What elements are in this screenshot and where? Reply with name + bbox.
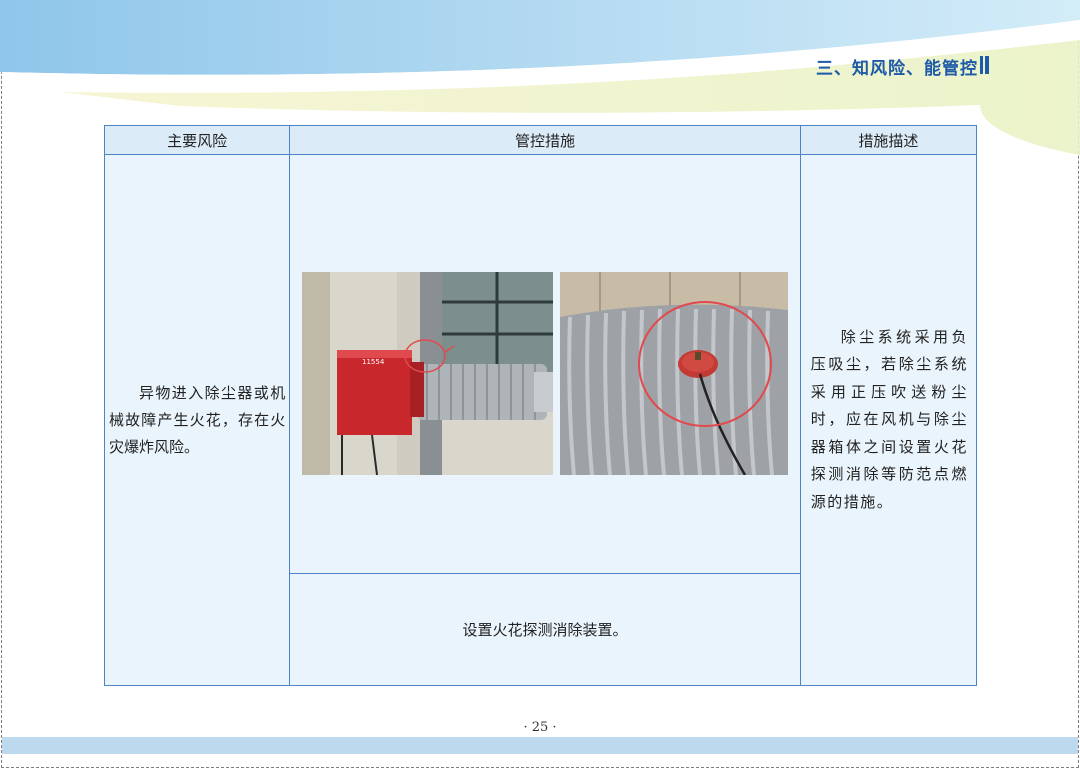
control-measure-caption: 设置火花探测消除装置。 — [289, 573, 801, 686]
section-title: 三、知风险、能管控 — [816, 59, 978, 79]
control-measure-photos-cell: 11554 — [289, 154, 801, 574]
table-header-row: 主要风险 管控措施 措施描述 — [103, 125, 978, 155]
page-number: · 25 · — [523, 720, 557, 735]
header-measure-description: 措施描述 — [799, 125, 978, 155]
table-row: 异物进入除尘器或机械故障产生火花，存在火灾爆炸风险。 11554 除尘系统采用负… — [103, 154, 978, 686]
measure-description-cell: 除尘系统采用负压吸尘，若除尘系统采用正压吹送粉尘时，应在风机与除尘器箱体之间设置… — [799, 154, 978, 686]
header-control-measure: 管控措施 — [289, 125, 801, 155]
spark-detector-on-dust-duct-photo: 11554 — [302, 272, 554, 475]
main-risk-text: 异物进入除尘器或机械故障产生火花，存在火灾爆炸风险。 — [109, 383, 286, 456]
svg-text:11554: 11554 — [362, 358, 385, 366]
spark-detector-closeup-photo — [560, 272, 789, 475]
header-main-risk: 主要风险 — [103, 125, 291, 155]
risk-control-table: 主要风险 管控措施 措施描述 异物进入除尘器或机械故障产生火花，存在火灾爆炸风险… — [103, 125, 978, 686]
footer-band — [2, 737, 1078, 754]
main-risk-cell: 异物进入除尘器或机械故障产生火花，存在火灾爆炸风险。 — [103, 154, 291, 686]
measure-description-text: 除尘系统采用负压吸尘，若除尘系统采用正压吹送粉尘时，应在风机与除尘器箱体之间设置… — [810, 327, 968, 511]
title-bar-icon — [980, 56, 990, 74]
